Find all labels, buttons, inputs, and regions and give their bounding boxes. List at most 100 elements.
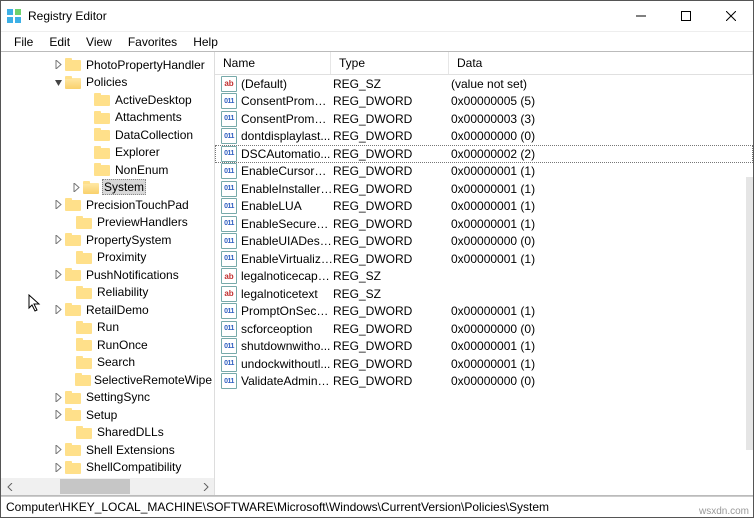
tree-item[interactable]: Run — [1, 319, 214, 337]
tree-item[interactable]: ShellCompatibility — [1, 459, 214, 477]
expand-icon[interactable] — [53, 234, 64, 245]
tree-item[interactable]: Shell Extensions — [1, 441, 214, 459]
list-row[interactable]: 011EnableVirtualiza...REG_DWORD0x0000000… — [215, 250, 753, 268]
list-row[interactable]: 011dontdisplaylast...REG_DWORD0x00000000… — [215, 128, 753, 146]
list-row[interactable]: 011EnableUIADeskt...REG_DWORD0x00000000 … — [215, 233, 753, 251]
list-row[interactable]: 011PromptOnSecur...REG_DWORD0x00000001 (… — [215, 303, 753, 321]
expand-icon[interactable] — [53, 59, 64, 70]
tree-item-label: DataCollection — [113, 128, 195, 142]
menu-favorites[interactable]: Favorites — [121, 34, 184, 50]
tree-item[interactable]: PhotoPropertyHandler — [1, 56, 214, 74]
tree-item-label: Policies — [84, 75, 129, 89]
tree-item[interactable]: PushNotifications — [1, 266, 214, 284]
expand-icon[interactable] — [53, 409, 64, 420]
list-row[interactable]: 011ValidateAdminC...REG_DWORD0x00000000 … — [215, 373, 753, 391]
list-row[interactable]: 011shutdownwitho...REG_DWORD0x00000001 (… — [215, 338, 753, 356]
tree-item[interactable]: SettingSync — [1, 389, 214, 407]
cell-data: 0x00000001 (1) — [451, 339, 753, 353]
folder-icon — [65, 58, 81, 71]
registry-tree[interactable]: PhotoPropertyHandlerPolicies ActiveDeskto… — [1, 52, 214, 478]
column-header-data[interactable]: Data — [449, 52, 753, 74]
cell-name: EnableLUA — [241, 199, 333, 213]
expand-icon[interactable] — [71, 182, 82, 193]
expand-icon[interactable] — [53, 269, 64, 280]
list-row[interactable]: 011ConsentPrompt...REG_DWORD0x00000005 (… — [215, 93, 753, 111]
menu-edit[interactable]: Edit — [42, 34, 77, 50]
cell-data: 0x00000001 (1) — [451, 217, 753, 231]
tree-item[interactable]: Search — [1, 354, 214, 372]
tree-item[interactable]: System — [1, 179, 214, 197]
binary-value-icon: 011 — [221, 111, 237, 127]
app-icon — [6, 8, 22, 24]
folder-icon — [65, 233, 81, 246]
column-header-name[interactable]: Name — [215, 52, 331, 74]
tree-item[interactable]: Proximity — [1, 249, 214, 267]
tree-item[interactable]: Policies — [1, 74, 214, 92]
scroll-left-button[interactable] — [1, 478, 18, 495]
list-row[interactable]: 011ConsentPrompt...REG_DWORD0x00000003 (… — [215, 110, 753, 128]
scroll-thumb[interactable] — [60, 479, 130, 494]
tree-item[interactable]: Reliability — [1, 284, 214, 302]
menu-file[interactable]: File — [7, 34, 40, 50]
folder-icon — [76, 251, 92, 264]
minimize-button[interactable] — [618, 2, 663, 31]
binary-value-icon: 011 — [221, 198, 237, 214]
list-row[interactable]: 011EnableLUAREG_DWORD0x00000001 (1) — [215, 198, 753, 216]
tree-item[interactable]: ActiveDesktop — [1, 91, 214, 109]
column-header-type[interactable]: Type — [331, 52, 449, 74]
folder-icon — [76, 338, 92, 351]
expand-icon[interactable] — [53, 199, 64, 210]
value-list[interactable]: ab(Default)REG_SZ(value not set)011Conse… — [215, 75, 753, 390]
expand-icon[interactable] — [53, 444, 64, 455]
maximize-button[interactable] — [663, 2, 708, 31]
list-row[interactable]: 011undockwithoutl...REG_DWORD0x00000001 … — [215, 355, 753, 373]
cell-data: 0x00000000 (0) — [451, 322, 753, 336]
list-row[interactable]: ab(Default)REG_SZ(value not set) — [215, 75, 753, 93]
tree-item[interactable]: PropertySystem — [1, 231, 214, 249]
list-row[interactable]: 011EnableInstallerD...REG_DWORD0x0000000… — [215, 180, 753, 198]
collapse-icon[interactable] — [53, 77, 64, 88]
twisty-spacer — [64, 427, 75, 438]
close-button[interactable] — [708, 2, 753, 31]
tree-item[interactable]: RunOnce — [1, 336, 214, 354]
twisty-spacer — [64, 357, 75, 368]
list-row[interactable]: ablegalnoticecapti...REG_SZ — [215, 268, 753, 286]
expand-icon[interactable] — [53, 304, 64, 315]
cell-name: EnableSecureUI... — [241, 217, 333, 231]
tree-item[interactable]: PreviewHandlers — [1, 214, 214, 232]
tree-item[interactable]: Setup — [1, 406, 214, 424]
cell-type: REG_DWORD — [333, 164, 451, 178]
tree-item-label: SharedDLLs — [95, 425, 166, 439]
tree-item[interactable]: NonEnum — [1, 161, 214, 179]
watermark: wsxdn.com — [699, 506, 749, 517]
tree-item[interactable]: SharedDLLs — [1, 424, 214, 442]
folder-icon — [65, 461, 81, 474]
tree-item[interactable]: DataCollection — [1, 126, 214, 144]
list-vertical-scrollbar[interactable] — [746, 177, 753, 450]
tree-item[interactable]: Explorer — [1, 144, 214, 162]
tree-item[interactable]: RetailDemo — [1, 301, 214, 319]
cell-type: REG_SZ — [333, 77, 451, 91]
menu-view[interactable]: View — [79, 34, 119, 50]
twisty-spacer — [82, 112, 93, 123]
expand-icon[interactable] — [53, 462, 64, 473]
list-row[interactable]: ablegalnoticetextREG_SZ — [215, 285, 753, 303]
tree-item[interactable]: SelectiveRemoteWipe — [1, 371, 214, 389]
scroll-track[interactable] — [18, 478, 197, 495]
menu-help[interactable]: Help — [186, 34, 225, 50]
tree-item[interactable]: PrecisionTouchPad — [1, 196, 214, 214]
list-row[interactable]: 011EnableSecureUI...REG_DWORD0x00000001 … — [215, 215, 753, 233]
binary-value-icon: 011 — [221, 181, 237, 197]
cell-type: REG_DWORD — [333, 129, 451, 143]
list-row[interactable]: 011scforceoptionREG_DWORD0x00000000 (0) — [215, 320, 753, 338]
tree-item-label: Attachments — [113, 110, 184, 124]
cell-data: 0x00000001 (1) — [451, 199, 753, 213]
tree-item[interactable]: Attachments — [1, 109, 214, 127]
expand-icon[interactable] — [53, 392, 64, 403]
folder-icon — [76, 286, 92, 299]
scroll-right-button[interactable] — [197, 478, 214, 495]
cell-type: REG_DWORD — [333, 234, 451, 248]
list-row[interactable]: 011DSCAutomatio...REG_DWORD0x00000002 (2… — [215, 145, 753, 163]
list-row[interactable]: 011EnableCursorSu...REG_DWORD0x00000001 … — [215, 163, 753, 181]
tree-horizontal-scrollbar[interactable] — [1, 478, 214, 495]
